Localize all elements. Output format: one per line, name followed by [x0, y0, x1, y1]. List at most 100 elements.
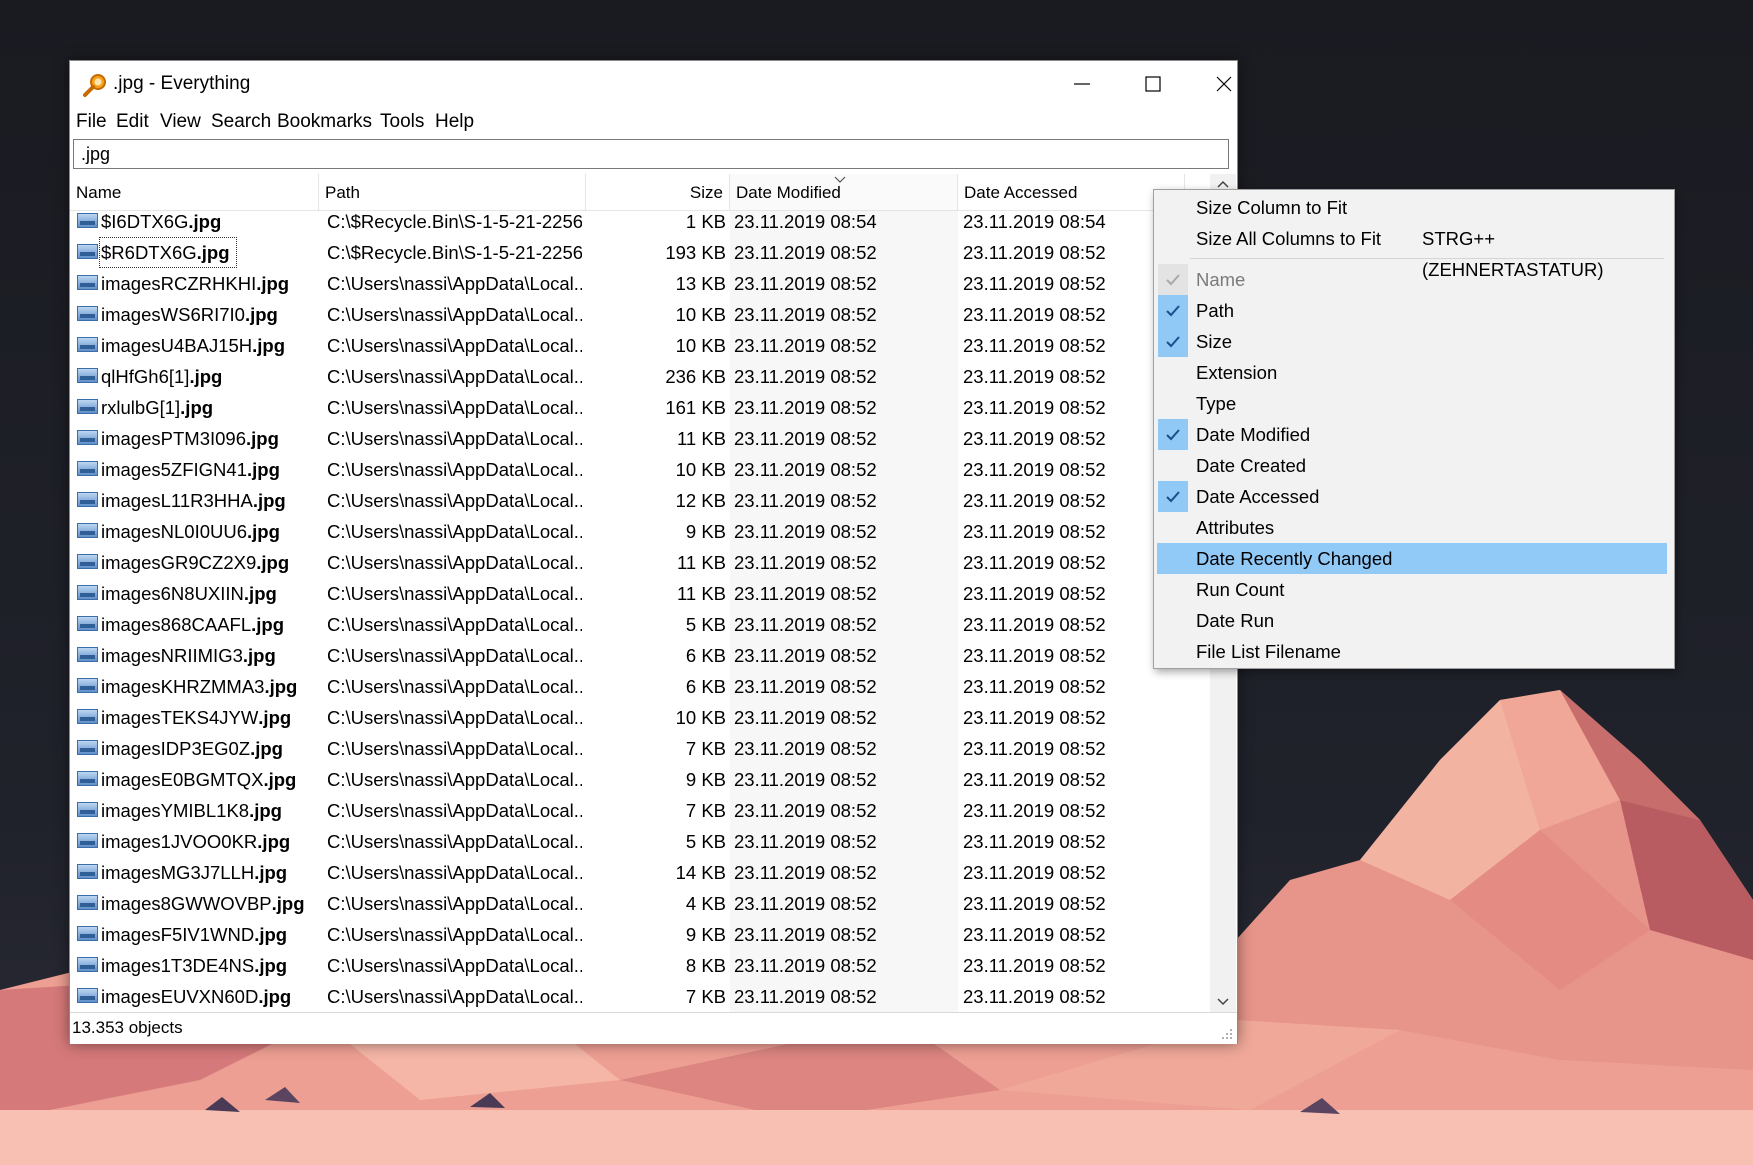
resize-grip-icon[interactable] [1220, 1027, 1234, 1041]
file-name-cell[interactable]: imagesRCZRHKHI.jpg [70, 268, 319, 299]
file-name-cell[interactable]: imagesGR9CZ2X9.jpg [70, 547, 319, 578]
menu-help[interactable]: Help [435, 111, 474, 133]
menu-item-date-created[interactable]: Date Created [1157, 450, 1667, 481]
file-name-cell[interactable]: images6N8UXIIN.jpg [70, 578, 319, 609]
file-name-cell[interactable]: imagesPTM3I096.jpg [70, 423, 319, 454]
menu-item-date-accessed[interactable]: Date Accessed [1157, 481, 1667, 512]
maximize-button[interactable] [1120, 61, 1186, 107]
table-row[interactable]: imagesEUVXN60D.jpg C:\Users\nassi\AppData… [70, 981, 1210, 1012]
table-row[interactable]: images5ZFIGN41.jpg C:\Users\nassi\AppData… [70, 454, 1210, 485]
column-header: Name Path Size Date Modified Date Access… [70, 174, 1210, 211]
menu-item-extension[interactable]: Extension [1157, 357, 1667, 388]
table-row[interactable]: imagesU4BAJ15H.jpg C:\Users\nassi\AppData… [70, 330, 1210, 361]
file-name-cell[interactable]: rxlulbG[1].jpg [70, 392, 319, 423]
date-modified-cell: 23.11.2019 08:52 [730, 392, 958, 423]
menu-item-file-list-filename[interactable]: File List Filename [1157, 636, 1667, 667]
menu-tools[interactable]: Tools [380, 111, 424, 133]
file-name-cell[interactable]: images8GWWOVBP.jpg [70, 888, 319, 919]
table-row[interactable]: images1T3DE4NS.jpg C:\Users\nassi\AppData… [70, 950, 1210, 981]
file-name-cell[interactable]: images1JVOO0KR.jpg [70, 826, 319, 857]
file-name-cell[interactable]: imagesKHRZMMA3.jpg [70, 671, 319, 702]
file-name-cell[interactable]: $R6DTX6G.jpg [70, 237, 319, 268]
table-row[interactable]: imagesPTM3I096.jpg C:\Users\nassi\AppData… [70, 423, 1210, 454]
table-row[interactable]: imagesTEKS4JYW.jpg C:\Users\nassi\AppData… [70, 702, 1210, 733]
menu-item-size-column-to-fit[interactable]: Size Column to Fit [1157, 192, 1667, 223]
menu-item-date-modified[interactable]: Date Modified [1157, 419, 1667, 450]
column-header-size[interactable]: Size [586, 174, 730, 210]
column-header-path[interactable]: Path [319, 174, 586, 210]
column-header-date-accessed[interactable]: Date Accessed [958, 174, 1185, 210]
file-size-cell: 7 KB [685, 986, 726, 1007]
table-row[interactable]: imagesGR9CZ2X9.jpg C:\Users\nassi\AppData… [70, 547, 1210, 578]
minimize-button[interactable] [1049, 61, 1115, 107]
table-row[interactable]: imagesNL0I0UU6.jpg C:\Users\nassi\AppData… [70, 516, 1210, 547]
file-name-base: images1T3DE4NS [101, 955, 255, 976]
file-name-cell[interactable]: images5ZFIGN41.jpg [70, 454, 319, 485]
file-name-cell[interactable]: imagesIDP3EG0Z.jpg [70, 733, 319, 764]
menu-item-type[interactable]: Type [1157, 388, 1667, 419]
file-name-cell[interactable]: imagesMG3J7LLH.jpg [70, 857, 319, 888]
close-button[interactable] [1191, 61, 1257, 107]
file-size-cell: 161 KB [665, 397, 726, 418]
table-row[interactable]: rxlulbG[1].jpg C:\Users\nassi\AppData\Loc… [70, 392, 1210, 423]
table-row[interactable]: imagesE0BGMTQX.jpg C:\Users\nassi\AppData… [70, 764, 1210, 795]
menu-search[interactable]: Search [211, 111, 271, 133]
menu-item-path[interactable]: Path [1157, 295, 1667, 326]
table-row[interactable]: imagesL11R3HHA.jpg C:\Users\nassi\AppData… [70, 485, 1210, 516]
menu-bookmarks[interactable]: Bookmarks [277, 111, 372, 133]
column-header-date-modified[interactable]: Date Modified [730, 174, 958, 210]
title-bar[interactable]: .jpg - Everything [70, 61, 1237, 107]
file-name-cell[interactable]: images868CAAFL.jpg [70, 609, 319, 640]
file-name-cell[interactable]: imagesL11R3HHA.jpg [70, 485, 319, 516]
menu-item-date-run[interactable]: Date Run [1157, 605, 1667, 636]
table-row[interactable]: imagesKHRZMMA3.jpg C:\Users\nassi\AppData… [70, 671, 1210, 702]
file-name: imagesIDP3EG0Z.jpg [101, 733, 283, 764]
menu-item-date-recently-changed[interactable]: Date Recently Changed [1157, 543, 1667, 574]
file-name-cell[interactable]: imagesE0BGMTQX.jpg [70, 764, 319, 795]
table-row[interactable]: imagesF5IV1WND.jpg C:\Users\nassi\AppData… [70, 919, 1210, 950]
file-path-cell: C:\Users\nassi\AppData\Local... [327, 397, 582, 418]
file-name-cell[interactable]: qlHfGh6[1].jpg [70, 361, 319, 392]
everything-window: .jpg - Everything File Edit View Search … [69, 60, 1238, 1044]
file-name-cell[interactable]: imagesYMIBL1K8.jpg [70, 795, 319, 826]
file-name-base: images868CAAFL [101, 614, 252, 635]
file-name-cell[interactable]: $I6DTX6G.jpg [70, 211, 319, 237]
table-row[interactable]: $I6DTX6G.jpg C:\$Recycle.Bin\S-1-5-21-225… [70, 211, 1210, 237]
menu-file[interactable]: File [76, 111, 107, 133]
file-name-cell[interactable]: imagesNL0I0UU6.jpg [70, 516, 319, 547]
scroll-down-icon[interactable] [1210, 992, 1236, 1012]
table-row[interactable]: images8GWWOVBP.jpg C:\Users\nassi\AppData… [70, 888, 1210, 919]
table-row[interactable]: imagesRCZRHKHI.jpg C:\Users\nassi\AppData… [70, 268, 1210, 299]
file-name-cell[interactable]: imagesTEKS4JYW.jpg [70, 702, 319, 733]
image-file-icon [77, 244, 98, 259]
file-name-cell[interactable]: images1T3DE4NS.jpg [70, 950, 319, 981]
file-name-cell[interactable]: imagesWS6RI7I0.jpg [70, 299, 319, 330]
file-name: imagesEUVXN60D.jpg [101, 981, 291, 1012]
menu-item-run-count[interactable]: Run Count [1157, 574, 1667, 605]
file-name-base: imagesIDP3EG0Z [101, 738, 251, 759]
table-row[interactable]: $R6DTX6G.jpg C:\$Recycle.Bin\S-1-5-21-225… [70, 237, 1210, 268]
file-name-cell[interactable]: imagesEUVXN60D.jpg [70, 981, 319, 1012]
search-input[interactable] [73, 139, 1229, 169]
table-row[interactable]: images868CAAFL.jpg C:\Users\nassi\AppData… [70, 609, 1210, 640]
menu-item-size[interactable]: Size [1157, 326, 1667, 357]
column-header-name[interactable]: Name [70, 174, 319, 210]
menu-view[interactable]: View [160, 111, 201, 133]
file-name-cell[interactable]: imagesF5IV1WND.jpg [70, 919, 319, 950]
table-row[interactable]: imagesYMIBL1K8.jpg C:\Users\nassi\AppData… [70, 795, 1210, 826]
menu-item-attributes[interactable]: Attributes [1157, 512, 1667, 543]
menu-item-size-all-columns-to-fit[interactable]: Size All Columns to Fit STRG++ (ZEHNERTAS… [1157, 223, 1667, 280]
table-row[interactable]: images6N8UXIIN.jpg C:\Users\nassi\AppData… [70, 578, 1210, 609]
file-name-cell[interactable]: imagesU4BAJ15H.jpg [70, 330, 319, 361]
menu-edit[interactable]: Edit [116, 111, 149, 133]
table-row[interactable]: imagesMG3J7LLH.jpg C:\Users\nassi\AppData… [70, 857, 1210, 888]
file-name-cell[interactable]: imagesNRIIMIG3.jpg [70, 640, 319, 671]
table-row[interactable]: imagesNRIIMIG3.jpg C:\Users\nassi\AppData… [70, 640, 1210, 671]
file-name-base: imagesRCZRHKHI [101, 273, 257, 294]
table-row[interactable]: imagesWS6RI7I0.jpg C:\Users\nassi\AppData… [70, 299, 1210, 330]
table-row[interactable]: qlHfGh6[1].jpg C:\Users\nassi\AppData\Loc… [70, 361, 1210, 392]
table-row[interactable]: images1JVOO0KR.jpg C:\Users\nassi\AppData… [70, 826, 1210, 857]
file-name-base: images8GWWOVBP [101, 893, 272, 914]
table-row[interactable]: imagesIDP3EG0Z.jpg C:\Users\nassi\AppData… [70, 733, 1210, 764]
menu-item-label: Path [1196, 300, 1235, 321]
